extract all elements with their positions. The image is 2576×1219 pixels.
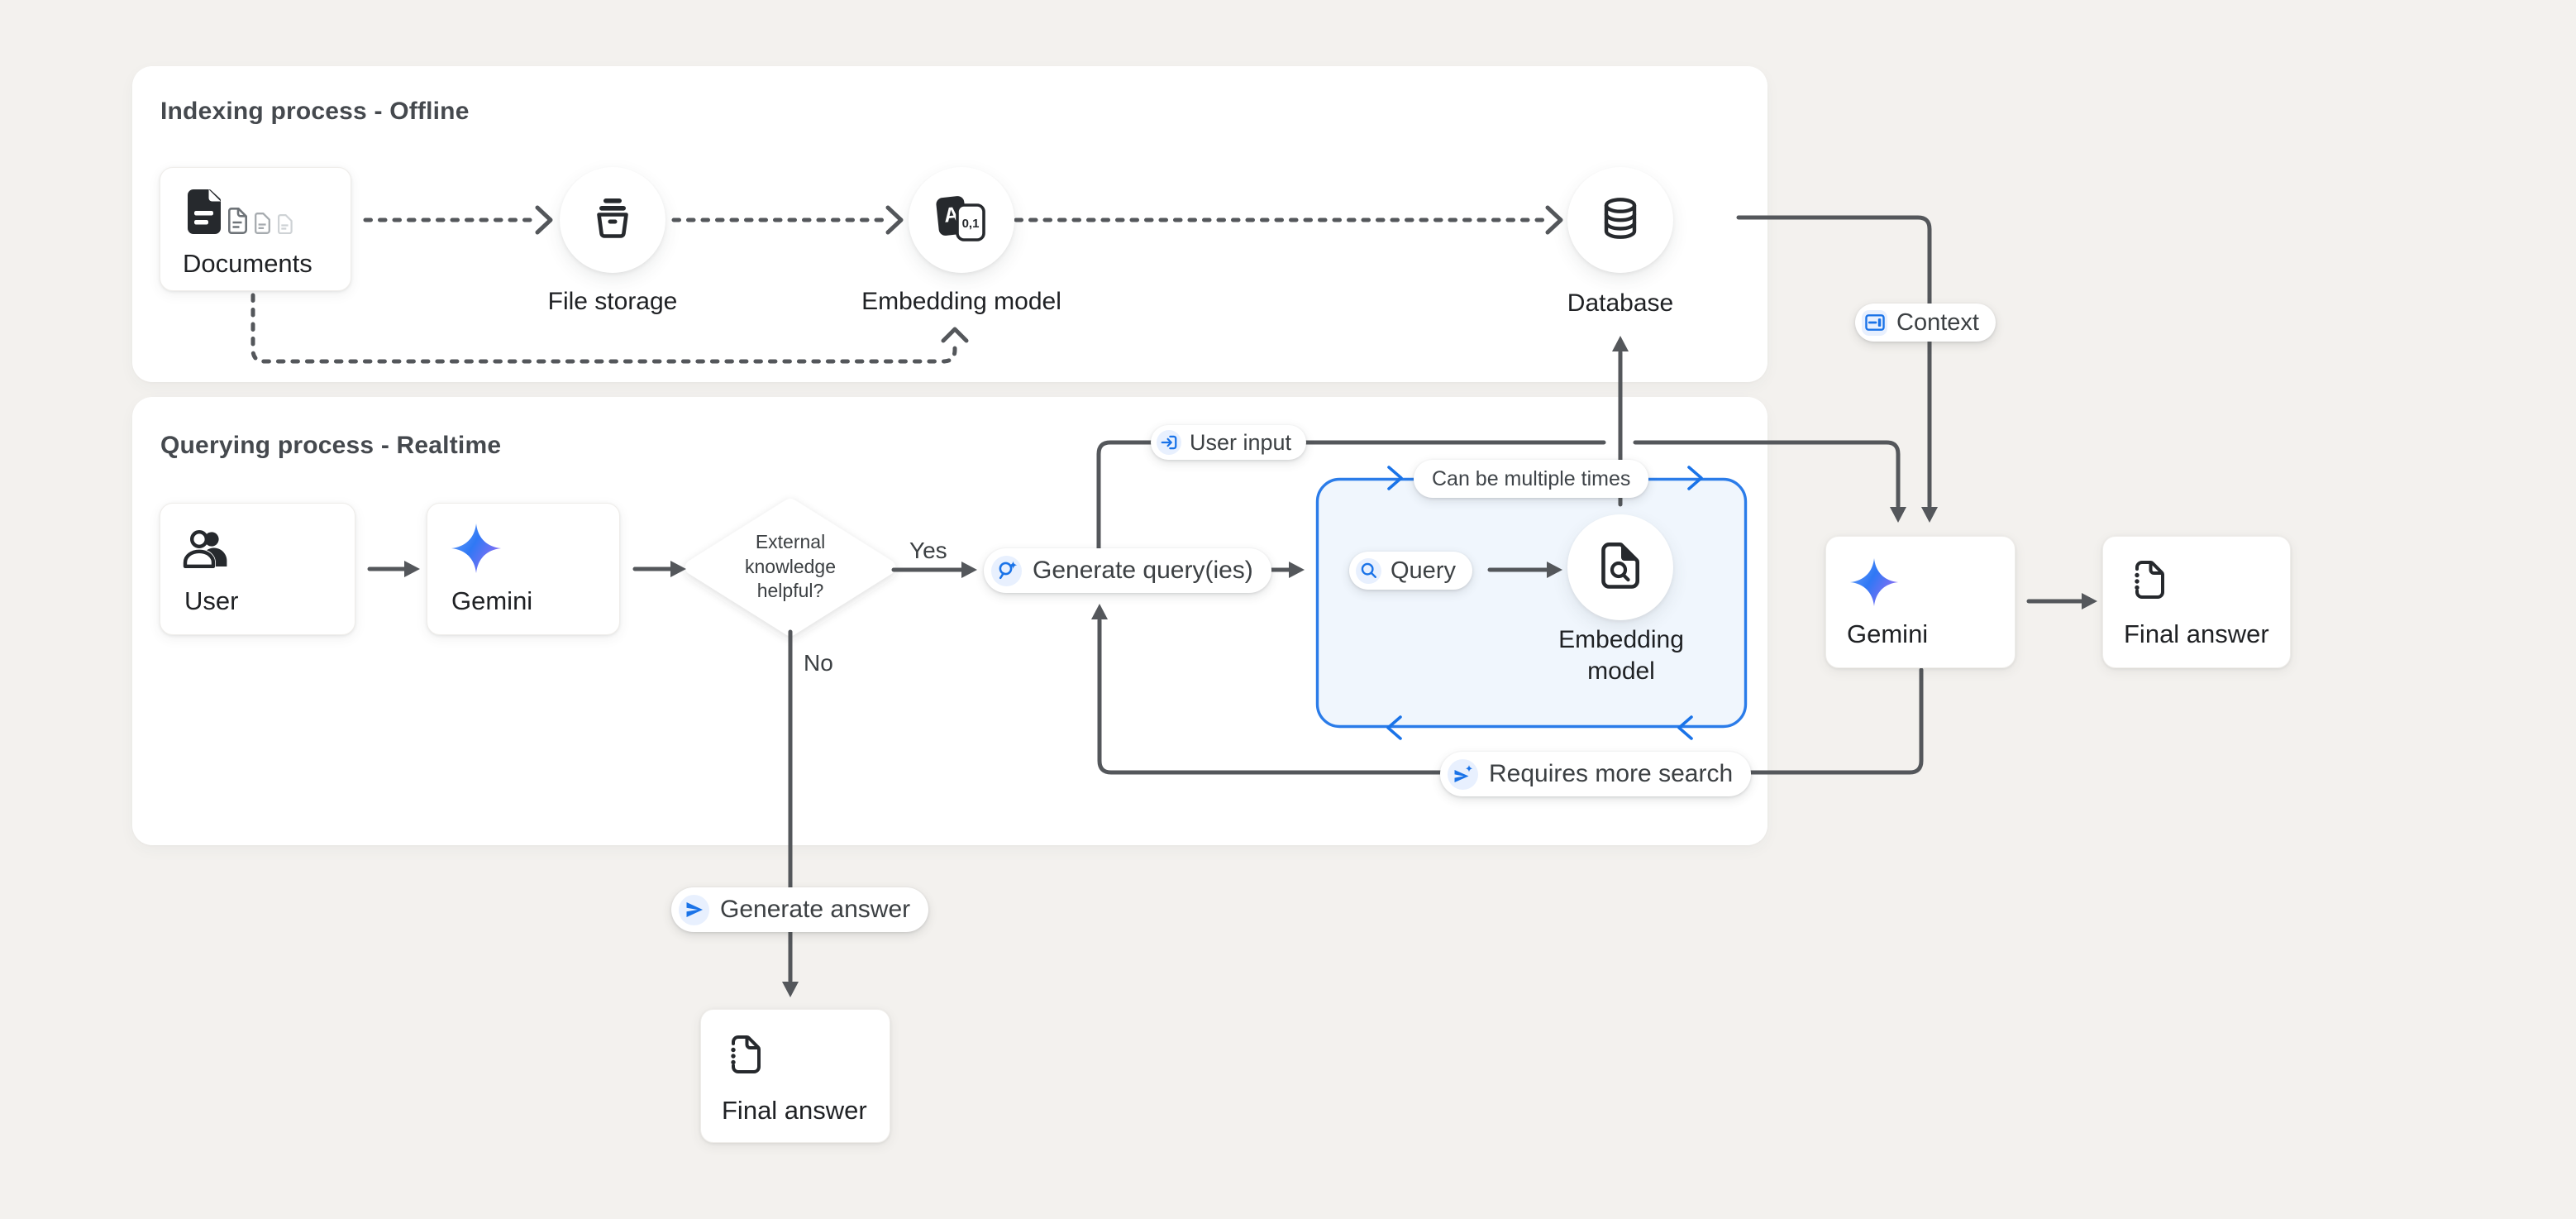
embedding-search-label: Embedding model [1554,624,1688,687]
arrowhead-gemini-userinput [1890,507,1906,523]
embedding-model-node: A0,1 [909,167,1014,273]
gemini-sparkle-icon [1849,557,1900,612]
final-answer-output-label: Final answer [2124,619,2269,649]
embedding-model-label: Embedding model [846,288,1077,316]
arrowhead-decision [670,561,686,577]
gemini-label: Gemini [451,586,532,616]
final-answer-document-icon [2129,560,2168,604]
search-document-icon [1601,543,1639,593]
users-icon [183,528,232,574]
arrowhead-genquery-loop [1091,604,1108,619]
svg-text:0,1: 0,1 [962,217,980,231]
final-answer-label: Final answer [722,1096,867,1126]
translate-icon: A0,1 [935,194,988,246]
send-spark-icon [1448,759,1478,790]
arrowhead-gemini-context [1921,507,1938,523]
documents-label: Documents [183,249,312,279]
arrowhead-final-bottom [782,982,799,997]
gemini-output-card: Gemini [1825,536,2015,668]
send-icon [679,895,709,925]
loop-box [1318,467,1746,739]
final-answer-card-right: Final answer [2102,536,2291,668]
search-spark-icon [991,556,1022,586]
gemini-sparkle-icon [450,522,503,579]
final-answer-document-icon [725,1035,765,1078]
context-card-icon [1862,310,1887,336]
database-label: Database [1538,289,1703,318]
search-icon [1356,558,1381,584]
gemini-output-label: Gemini [1847,619,1928,649]
no-label: No [804,650,833,676]
arrowhead-embedding [888,208,901,232]
embedding-search-node [1567,514,1673,620]
document-icon [278,214,293,238]
wire-context [1739,218,1930,506]
file-storage-label: File storage [513,288,712,316]
generate-queries-pill: Generate query(ies) [984,548,1271,593]
arrowhead-final-right [2082,593,2097,610]
arrowhead-genquery [961,562,977,578]
arrowhead-gemini-left [404,561,420,577]
yes-label: Yes [909,538,947,564]
documents-card: Documents [160,167,351,291]
arrowhead-query [1289,562,1305,578]
rag-architecture-diagram: Indexing process - Offline Querying proc… [0,0,2576,1219]
query-pill: Query [1349,552,1472,590]
arrowhead-database [1548,208,1561,232]
user-card: User [160,503,355,635]
arrowhead-embedding-return [943,329,966,341]
loop-note-pill: Can be multiple times [1414,460,1648,498]
login-icon [1157,430,1181,455]
document-icon [255,213,270,238]
arrowhead-database-up [1612,336,1629,351]
document-icon [228,208,247,238]
user-input-pill: User input [1151,425,1306,460]
gemini-card: Gemini [427,503,620,635]
document-icon [188,189,221,238]
user-label: User [184,586,238,616]
generate-answer-pill: Generate answer [671,887,928,932]
database-icon [1599,197,1642,244]
requires-more-search-pill: Requires more search [1440,752,1751,796]
bucket-icon [593,198,632,243]
database-node [1567,167,1673,273]
file-storage-node [560,167,665,273]
context-pill: Context [1855,304,1996,342]
final-answer-card-bottom: Final answer [700,1009,890,1143]
decision-text: External knowledge helpful? [708,530,873,604]
arrowhead-storage [537,208,551,232]
